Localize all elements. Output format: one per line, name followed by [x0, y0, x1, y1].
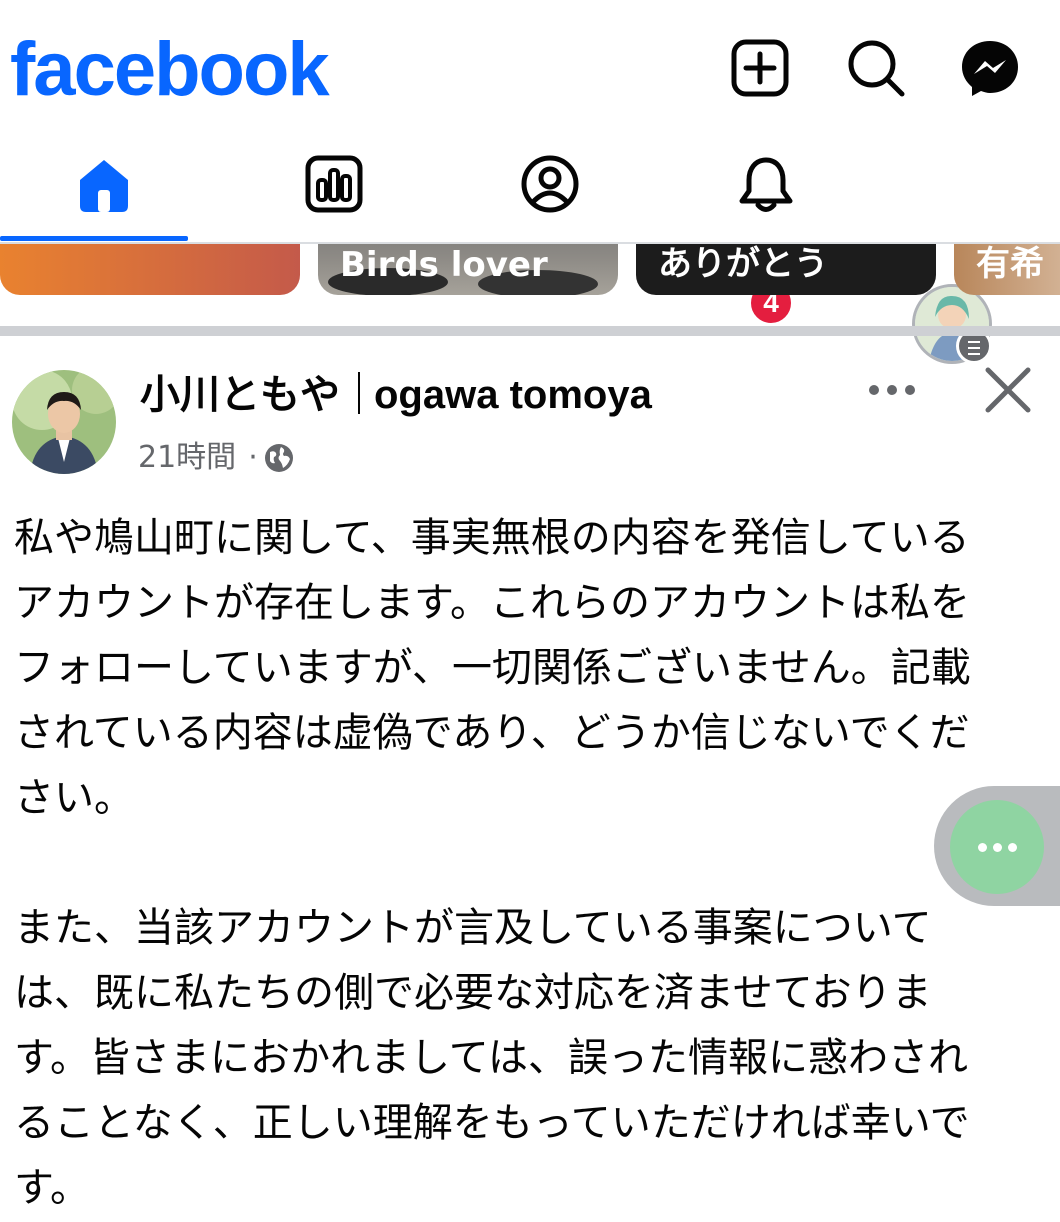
post-body: 私や鳩山町に関して、事実無根の内容を発信している アカウントが存在します。これら…	[14, 515, 971, 1211]
home-icon	[80, 160, 128, 212]
tab-notifications[interactable]	[662, 140, 874, 244]
post-time[interactable]: 21時間	[138, 440, 236, 475]
story-card[interactable]: 有希	[954, 244, 1060, 295]
tab-home[interactable]	[0, 140, 212, 244]
story-card[interactable]: ありがとう	[636, 244, 936, 295]
search-button[interactable]	[846, 38, 906, 98]
meta-separator: ·	[248, 440, 258, 475]
floating-assistant-button[interactable]	[934, 786, 1060, 906]
more-horizontal-icon	[869, 385, 915, 395]
story-label: ありがとう	[658, 244, 828, 284]
author-avatar[interactable]	[12, 370, 116, 474]
facebook-logo[interactable]: facebook	[10, 22, 330, 118]
plus-square-icon	[731, 39, 789, 97]
globe-icon[interactable]	[264, 443, 294, 473]
hide-post-button[interactable]	[980, 362, 1036, 418]
author-name[interactable]: 小川ともや ogawa tomoya	[140, 366, 652, 424]
stories-strip: Birds lover ありがとう 有希	[0, 244, 1060, 298]
feed-separator	[0, 326, 1060, 336]
author-name-en: ogawa tomoya	[374, 373, 652, 417]
messenger-icon	[962, 41, 1018, 96]
story-label: Birds lover	[340, 245, 548, 285]
chart-icon	[305, 155, 363, 213]
tab-reels[interactable]	[230, 140, 442, 244]
name-divider	[358, 372, 360, 414]
create-post-button[interactable]	[730, 38, 790, 98]
story-card[interactable]: Birds lover	[318, 244, 618, 295]
top-bar: facebook	[0, 0, 1060, 140]
tab-profile[interactable]	[446, 140, 658, 244]
active-tab-indicator	[0, 236, 188, 241]
author-name-ja: 小川ともや	[140, 372, 340, 418]
more-dots-icon	[950, 800, 1044, 894]
search-icon	[848, 40, 905, 97]
nav-tabs: 4	[0, 140, 1060, 364]
post-meta: 21時間 ·	[138, 438, 294, 478]
user-circle-icon	[521, 155, 579, 213]
close-icon	[985, 367, 1031, 413]
story-card[interactable]	[0, 244, 300, 295]
bell-icon	[739, 157, 793, 212]
post-options-button[interactable]	[860, 368, 924, 412]
messenger-button[interactable]	[960, 38, 1020, 98]
story-label: 有希	[976, 244, 1044, 284]
